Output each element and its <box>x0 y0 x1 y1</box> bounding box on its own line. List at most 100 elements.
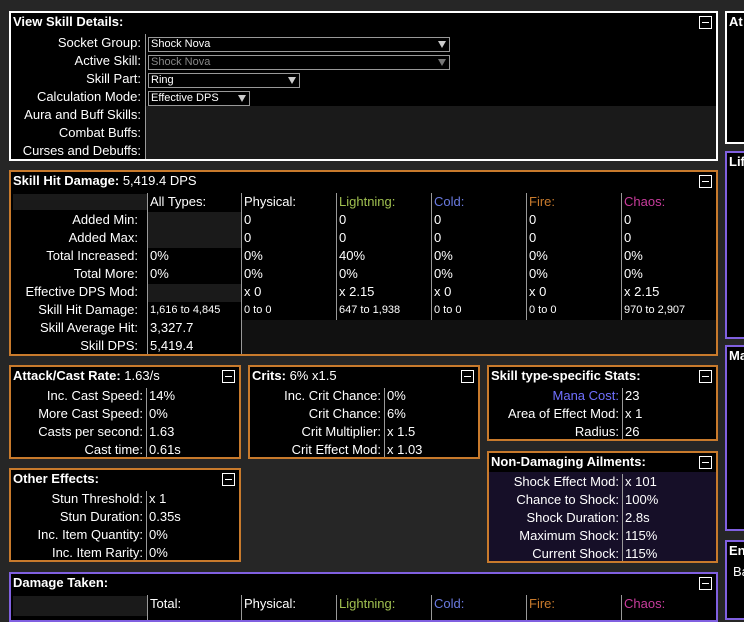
energy-base-label: Ba <box>733 564 744 579</box>
mana-section: Ma <box>725 345 744 531</box>
collapse-button[interactable] <box>699 175 712 188</box>
taken-col-total: Total: <box>150 596 182 611</box>
chevron-down-icon <box>288 77 296 84</box>
casts-per-second-label: Casts per second: <box>38 424 143 439</box>
calc-mode-label: Calculation Mode: <box>36 89 141 104</box>
eff-dps-mod-physical: x 0 <box>244 284 262 299</box>
collapse-button[interactable] <box>699 370 712 383</box>
skill-dps-value: 5,419.4 <box>150 338 194 353</box>
crits-value: 6% x1.5 <box>289 368 337 383</box>
crit-multiplier-value: x 1.5 <box>387 424 416 439</box>
stun-duration-value: 0.35s <box>149 509 181 524</box>
crits-title: Crits: 6% x1.5 <box>252 368 337 383</box>
skill-part-value: Ring <box>151 74 174 86</box>
eff-dps-mod-chaos: x 2.15 <box>624 284 660 299</box>
active-skill-dropdown[interactable]: Shock Nova <box>148 55 450 70</box>
total-increased-all: 0% <box>150 248 169 263</box>
current-shock-value: 115% <box>625 546 658 561</box>
collapse-button[interactable] <box>699 16 712 29</box>
skill-part-dropdown[interactable]: Ring <box>148 73 300 88</box>
chance-to-shock-value: 100% <box>625 492 659 507</box>
view-skill-details-section: View Skill Details: Socket Group: Shock … <box>9 11 718 161</box>
view-skill-details-title: View Skill Details: <box>13 14 124 29</box>
added-min-fire: 0 <box>529 212 537 227</box>
added-max-physical: 0 <box>244 230 252 245</box>
total-increased-physical: 0% <box>244 248 263 263</box>
col-cold: Cold: <box>434 194 465 209</box>
taken-col-physical: Physical: <box>244 596 297 611</box>
mana-cost-value: 23 <box>625 388 640 403</box>
skill-dps-label: Skill DPS: <box>80 338 138 353</box>
maximum-shock-value: 115% <box>625 528 658 543</box>
inc-crit-chance-label: Inc. Crit Chance: <box>284 388 381 403</box>
added-min-chaos: 0 <box>624 212 632 227</box>
other-effects-section: Other Effects: Stun Threshold: x 1 Stun … <box>9 468 241 562</box>
crit-effect-mod-label: Crit Effect Mod: <box>291 442 381 457</box>
crits-section: Crits: 6% x1.5 Inc. Crit Chance: 0% Crit… <box>248 365 480 459</box>
chevron-down-icon <box>438 41 446 48</box>
eff-dps-mod-lightning: x 2.15 <box>339 284 375 299</box>
calc-mode-value: Effective DPS <box>151 92 219 104</box>
mana-cost-label: Mana Cost: <box>552 388 619 403</box>
life-title: Lif <box>729 154 744 169</box>
eff-dps-mod-cold: x 0 <box>434 284 452 299</box>
col-all-types: All Types: <box>150 194 207 209</box>
taken-col-lightning: Lightning: <box>339 596 396 611</box>
type-stats-title: Skill type-specific Stats: <box>491 368 641 383</box>
total-more-cold: 0% <box>434 266 453 281</box>
collapse-button[interactable] <box>699 577 712 590</box>
curses-debuffs-label: Curses and Debuffs: <box>22 143 141 158</box>
total-increased-label: Total Increased: <box>46 248 138 263</box>
total-more-lightning: 0% <box>339 266 358 281</box>
crit-chance-value: 6% <box>387 406 406 421</box>
added-min-label: Added Min: <box>72 212 138 227</box>
total-more-fire: 0% <box>529 266 548 281</box>
cast-time-value: 0.61s <box>149 442 181 457</box>
inc-cast-speed-value: 14% <box>149 388 176 403</box>
socket-group-dropdown[interactable]: Shock Nova <box>148 37 450 52</box>
collapse-button[interactable] <box>461 370 474 383</box>
hit-damage-physical: 0 to 0 <box>244 304 272 316</box>
other-effects-title: Other Effects: <box>13 471 99 486</box>
hit-damage-lightning: 647 to 1,938 <box>339 304 401 316</box>
combat-buffs-label: Combat Buffs: <box>58 125 141 140</box>
ailments-section: Non-Damaging Ailments: Shock Effect Mod:… <box>487 451 718 563</box>
attributes-section: At <box>725 11 744 144</box>
crit-effect-mod-value: x 1.03 <box>387 442 423 457</box>
hit-damage-all: 1,616 to 4,845 <box>150 304 221 316</box>
added-max-lightning: 0 <box>339 230 347 245</box>
hit-damage-chaos: 970 to 2,907 <box>624 304 686 316</box>
avg-hit-value: 3,327.7 <box>150 320 194 335</box>
socket-group-label: Socket Group: <box>57 35 141 50</box>
added-min-physical: 0 <box>244 212 252 227</box>
collapse-button[interactable] <box>222 370 235 383</box>
stun-threshold-label: Stun Threshold: <box>51 491 143 506</box>
taken-col-fire: Fire: <box>529 596 555 611</box>
added-max-label: Added Max: <box>68 230 138 245</box>
skill-part-label: Skill Part: <box>86 71 141 86</box>
hit-damage-cold: 0 to 0 <box>434 304 462 316</box>
added-min-lightning: 0 <box>339 212 347 227</box>
added-min-cold: 0 <box>434 212 442 227</box>
total-increased-cold: 0% <box>434 248 453 263</box>
chance-to-shock-label: Chance to Shock: <box>516 492 619 507</box>
radius-value: 26 <box>625 424 640 439</box>
item-rarity-label: Inc. Item Rarity: <box>51 545 143 560</box>
skill-hit-damage-section: Skill Hit Damage: 5,419.4 DPS All Types:… <box>9 170 718 356</box>
col-physical: Physical: <box>244 194 297 209</box>
cast-rate-value: 1.63/s <box>124 368 160 383</box>
total-more-chaos: 0% <box>624 266 643 281</box>
energy-section: En Ba <box>725 540 744 620</box>
more-cast-speed-label: More Cast Speed: <box>38 406 143 421</box>
active-skill-label: Active Skill: <box>74 53 141 68</box>
maximum-shock-label: Maximum Shock: <box>519 528 619 543</box>
taken-col-cold: Cold: <box>434 596 465 611</box>
calc-mode-dropdown[interactable]: Effective DPS <box>148 91 250 106</box>
col-lightning: Lightning: <box>339 194 396 209</box>
col-chaos: Chaos: <box>624 194 666 209</box>
hit-damage-label: Skill Hit Damage: <box>38 302 138 317</box>
collapse-button[interactable] <box>222 473 235 486</box>
crit-multiplier-label: Crit Multiplier: <box>301 424 381 439</box>
inc-crit-chance-value: 0% <box>387 388 406 403</box>
collapse-button[interactable] <box>699 456 712 469</box>
